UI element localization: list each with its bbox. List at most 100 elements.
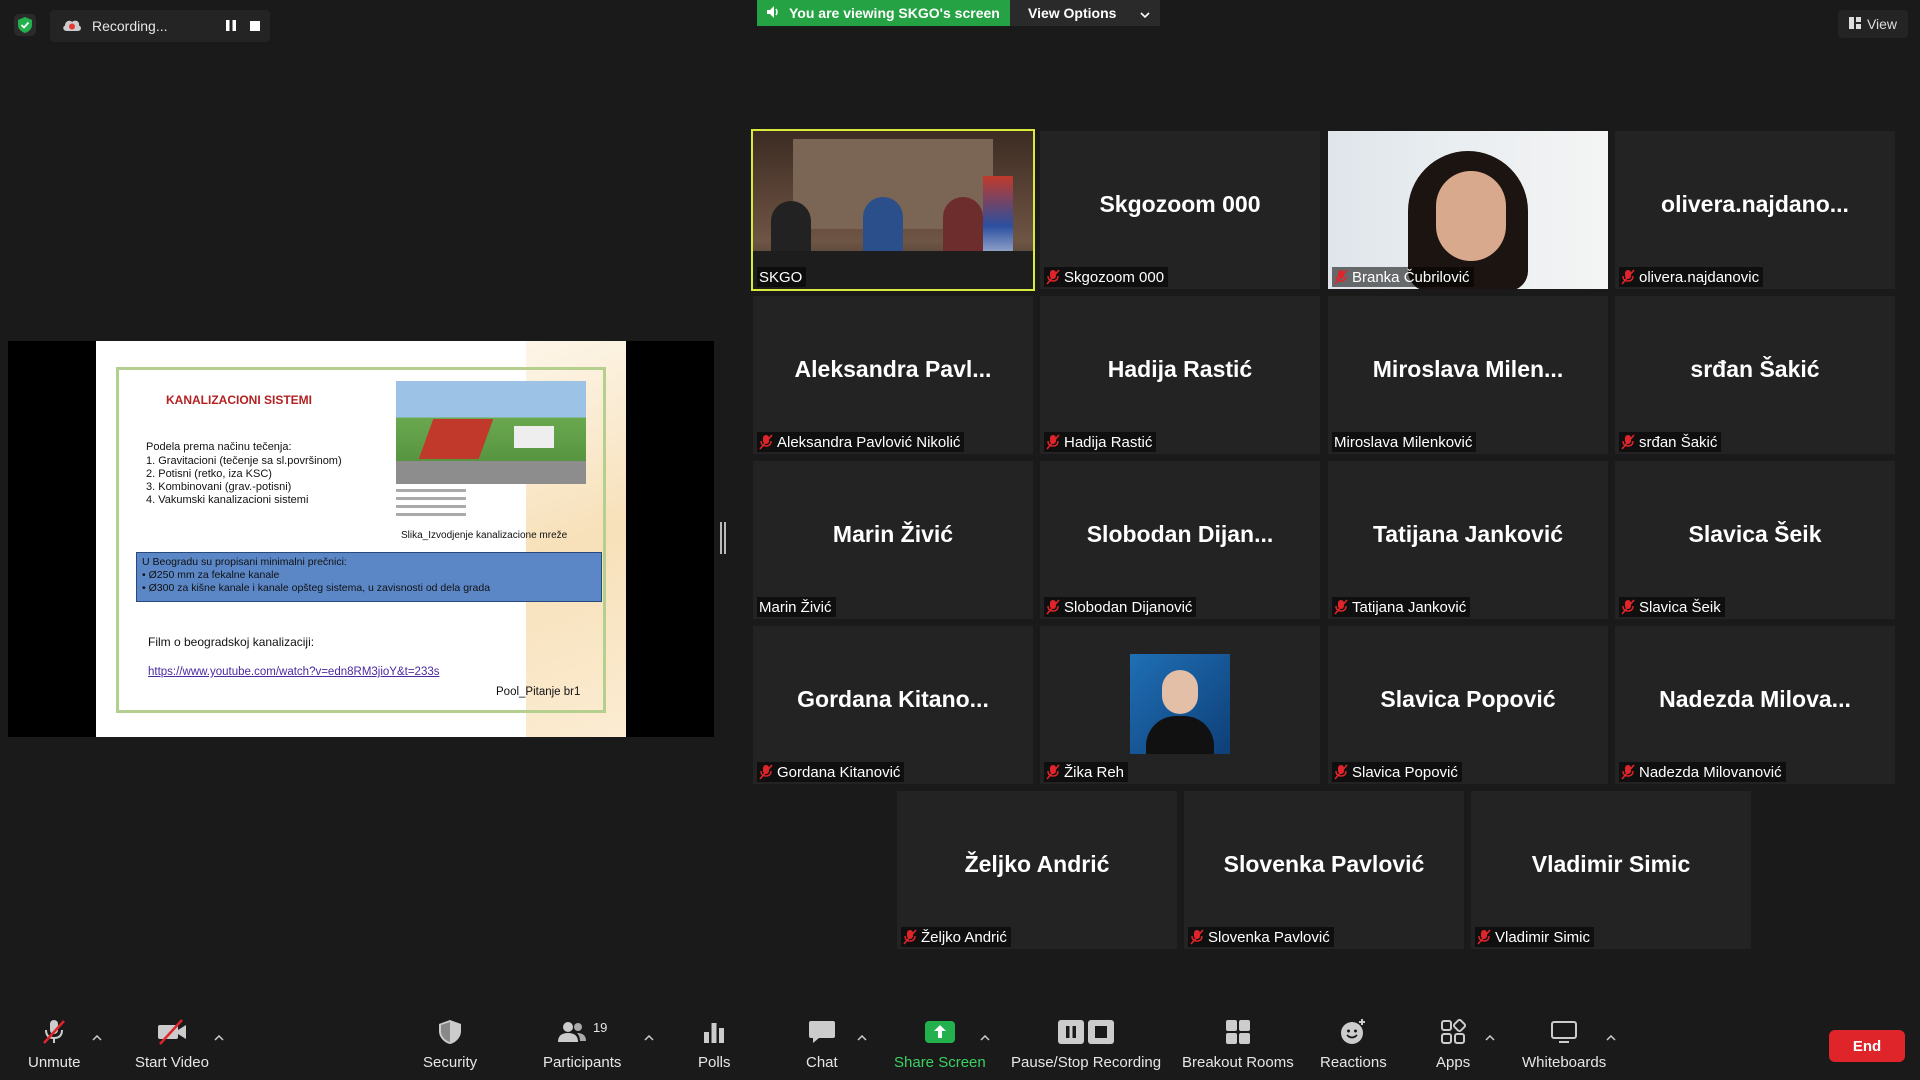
whiteboard-icon <box>1550 1018 1578 1046</box>
breakout-rooms-button[interactable]: Breakout Rooms <box>1182 1018 1294 1071</box>
participant-display-name: Aleksandra Pavl... <box>794 356 992 382</box>
mic-muted-icon <box>759 764 773 780</box>
share-screen-button[interactable]: Share Screen <box>894 1018 986 1071</box>
participant-video <box>1328 131 1608 289</box>
breakout-rooms-label: Breakout Rooms <box>1182 1054 1294 1071</box>
participants-button[interactable]: 19 Participants <box>543 1018 621 1072</box>
video-options-caret[interactable] <box>214 1028 224 1041</box>
participant-tile[interactable]: Slavica Popović Slavica Popović <box>1328 626 1608 784</box>
reactions-button[interactable]: Reactions <box>1320 1018 1387 1071</box>
chat-button[interactable]: Chat <box>806 1018 838 1071</box>
view-options-dropdown[interactable]: View Options <box>1010 0 1160 26</box>
participant-name: Gordana Kitanović <box>777 763 901 781</box>
security-label: Security <box>423 1054 478 1071</box>
participant-name: Nadezda Milovanović <box>1639 763 1782 781</box>
participant-tile[interactable]: Skgozoom 000 Skgozoom 000 <box>1040 131 1320 289</box>
participant-display-name: Slavica Šeik <box>1688 521 1822 547</box>
mic-muted-icon <box>903 929 917 945</box>
stop-recording-button[interactable] <box>250 18 260 34</box>
recording-label: Recording... <box>92 18 168 34</box>
apps-button[interactable]: Apps <box>1436 1018 1470 1071</box>
participant-display-name: Tatijana Janković <box>1372 521 1564 547</box>
participant-video <box>753 131 1033 289</box>
participant-name-label: SKGO <box>757 267 807 287</box>
participant-display-name: Slavica Popović <box>1380 686 1556 712</box>
participant-tile[interactable]: Tatijana Janković Tatijana Janković <box>1328 461 1608 619</box>
apps-options-caret[interactable] <box>1485 1028 1495 1041</box>
chat-options-caret[interactable] <box>857 1028 867 1041</box>
participant-name-label: Hadija Rastić <box>1044 432 1157 452</box>
youtube-link[interactable]: https://www.youtube.com/watch?v=edn8RM3j… <box>148 666 440 678</box>
polls-label: Polls <box>698 1054 731 1071</box>
participant-name-label: Slobodan Dijanović <box>1044 597 1197 617</box>
participant-tile[interactable]: Slavica Šeik Slavica Šeik <box>1615 461 1895 619</box>
mic-muted-icon <box>1046 764 1060 780</box>
share-screen-label: Share Screen <box>894 1054 986 1071</box>
end-meeting-button[interactable]: End <box>1829 1030 1905 1062</box>
slide-title: KANALIZACIONI SISTEMI <box>166 393 312 407</box>
participant-tile[interactable]: Žika Reh <box>1040 626 1320 784</box>
participant-tile[interactable]: Hadija Rastić Hadija Rastić <box>1040 296 1320 454</box>
mic-muted-icon <box>41 1018 67 1046</box>
pause-recording-button[interactable] <box>226 18 236 34</box>
chat-label: Chat <box>806 1054 838 1071</box>
participant-name-label: Vladimir Simic <box>1475 927 1595 947</box>
slide-caption: Slika_Izvodjenje kanalizacione mreže <box>401 530 568 541</box>
participant-tile[interactable]: Slovenka Pavlović Slovenka Pavlović <box>1184 791 1464 949</box>
participant-tile[interactable]: Željko Andrić Željko Andrić <box>897 791 1177 949</box>
participant-display-name: Željko Andrić <box>964 851 1110 877</box>
apps-label: Apps <box>1436 1054 1471 1071</box>
participant-tile[interactable]: Miroslava Milen... Miroslava Milenković <box>1328 296 1608 454</box>
audio-options-caret[interactable] <box>92 1028 102 1041</box>
participant-tile[interactable]: Nadezda Milova... Nadezda Milovanović <box>1615 626 1895 784</box>
participants-icon: 19 <box>557 1018 607 1046</box>
participant-name-label: Gordana Kitanović <box>757 762 905 782</box>
apps-icon <box>1440 1018 1467 1046</box>
participants-count: 19 <box>592 1019 608 1035</box>
view-button[interactable]: View <box>1838 10 1908 38</box>
participant-name: Vladimir Simic <box>1495 928 1591 946</box>
unmute-button[interactable]: Unmute <box>28 1018 81 1071</box>
mic-muted-icon <box>1621 269 1635 285</box>
sewer-illustration <box>396 381 586 484</box>
share-options-caret[interactable] <box>980 1028 990 1041</box>
start-video-label: Start Video <box>135 1054 209 1071</box>
participant-tile[interactable]: olivera.najdano... olivera.najdanovic <box>1615 131 1895 289</box>
participant-name: Branka Čubrilović <box>1352 268 1470 286</box>
breakout-rooms-icon <box>1225 1018 1251 1046</box>
start-video-button[interactable]: Start Video <box>135 1018 209 1071</box>
participant-display-name: Gordana Kitano... <box>797 686 989 712</box>
panel-resize-handle[interactable] <box>720 522 726 554</box>
reactions-label: Reactions <box>1320 1054 1387 1071</box>
participant-tile[interactable]: Slobodan Dijan... Slobodan Dijanović <box>1040 461 1320 619</box>
participant-name: Slavica Popović <box>1352 763 1458 781</box>
mic-muted-icon <box>1621 764 1635 780</box>
participant-tile[interactable]: Gordana Kitano... Gordana Kitanović <box>753 626 1033 784</box>
viewing-screen-banner: You are viewing SKGO's screen <box>757 0 1012 26</box>
participant-display-name: Skgozoom 000 <box>1099 191 1261 217</box>
polls-button[interactable]: Polls <box>698 1018 731 1071</box>
mic-muted-icon <box>1334 764 1348 780</box>
security-shield-icon[interactable] <box>14 14 36 36</box>
participant-display-name: olivera.najdano... <box>1661 191 1849 217</box>
participant-name: Marin Živić <box>759 598 832 616</box>
whiteboards-options-caret[interactable] <box>1606 1028 1616 1041</box>
participant-tile[interactable]: srđan Šakić srđan Šakić <box>1615 296 1895 454</box>
participant-tile[interactable]: Branka Čubrilović <box>1328 131 1608 289</box>
illustration-legend <box>396 489 476 521</box>
presentation-slide: KANALIZACIONI SISTEMI Podela prema način… <box>96 341 626 737</box>
participant-tile[interactable]: Marin Živić Marin Živić <box>753 461 1033 619</box>
participant-tile[interactable]: SKGO <box>751 129 1035 291</box>
whiteboards-button[interactable]: Whiteboards <box>1522 1018 1606 1071</box>
participant-tile[interactable]: Vladimir Simic Vladimir Simic <box>1471 791 1751 949</box>
mic-muted-icon <box>1334 269 1348 285</box>
speaker-icon <box>767 5 781 21</box>
pause-stop-label: Pause/Stop Recording <box>1011 1054 1162 1071</box>
security-button[interactable]: Security <box>423 1018 477 1071</box>
pool-label: Pool_Pitanje br1 <box>496 686 581 698</box>
participants-options-caret[interactable] <box>644 1028 654 1041</box>
view-options-label: View Options <box>1028 5 1117 21</box>
participant-display-name: Nadezda Milova... <box>1659 686 1851 712</box>
participant-tile[interactable]: Aleksandra Pavl... Aleksandra Pavlović Ni… <box>753 296 1033 454</box>
pause-stop-recording-button[interactable]: Pause/Stop Recording <box>1011 1018 1161 1071</box>
